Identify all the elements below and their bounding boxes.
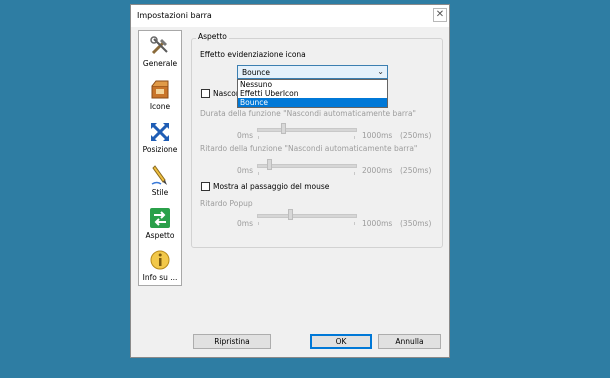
popup-value: (350ms) xyxy=(400,219,432,228)
title-bar[interactable]: Impostazioni barra ✕ xyxy=(131,5,449,27)
delay-min: 0ms xyxy=(237,166,253,175)
autohide-checkbox[interactable] xyxy=(201,89,210,98)
hover-checkbox-label: Mostra al passaggio del mouse xyxy=(213,182,330,191)
effect-option[interactable]: Nessuno xyxy=(238,80,387,89)
sidebar-item-posizione[interactable]: Posizione xyxy=(139,121,181,154)
delay-max: 2000ms xyxy=(362,166,393,175)
sidebar-item-label: Generale xyxy=(142,59,178,68)
popup-min: 0ms xyxy=(237,219,253,228)
effect-option-selected[interactable]: Bounce xyxy=(238,98,387,107)
chevron-down-icon: ⌄ xyxy=(377,67,384,76)
duration-slider-track xyxy=(257,128,357,132)
effect-dropdown-list: Nessuno Effetti UberIcon Bounce xyxy=(237,79,388,108)
delay-slider-thumb[interactable] xyxy=(267,159,272,170)
delay-label: Ritardo della funzione "Nascondi automat… xyxy=(200,144,418,153)
tools-icon xyxy=(150,36,168,55)
reset-button[interactable]: Ripristina xyxy=(193,334,271,349)
duration-label: Durata della funzione "Nascondi automati… xyxy=(200,109,416,118)
move-arrows-icon xyxy=(151,123,169,141)
slider-tick xyxy=(258,172,259,175)
duration-value: (250ms) xyxy=(400,131,432,140)
sidebar-item-aspetto[interactable]: Aspetto xyxy=(139,207,181,240)
close-button[interactable]: ✕ xyxy=(433,8,447,22)
slider-tick xyxy=(354,222,355,225)
swap-arrows-icon xyxy=(150,208,170,228)
duration-slider-thumb[interactable] xyxy=(281,123,286,134)
pencil-icon xyxy=(151,165,167,185)
duration-min: 0ms xyxy=(237,131,253,140)
delay-value: (250ms) xyxy=(400,166,432,175)
sidebar-item-label: Icone xyxy=(149,102,171,111)
info-icon xyxy=(150,250,170,270)
duration-max: 1000ms xyxy=(362,131,393,140)
effect-option[interactable]: Effetti UberIcon xyxy=(238,89,387,98)
slider-tick xyxy=(354,172,355,175)
effect-selected-value: Bounce xyxy=(242,68,270,77)
sidebar-item-generale[interactable]: Generale xyxy=(139,35,181,68)
popup-label: Ritardo Popup xyxy=(200,199,253,208)
sidebar: Generale Icone Posizione Stile Aspetto I… xyxy=(138,30,182,286)
window-title: Impostazioni barra xyxy=(137,11,212,20)
popup-max: 1000ms xyxy=(362,219,393,228)
slider-tick xyxy=(258,136,259,139)
popup-slider-thumb[interactable] xyxy=(288,209,293,220)
sidebar-item-info[interactable]: Info su ... xyxy=(139,249,181,282)
hover-checkbox[interactable] xyxy=(201,182,210,191)
sidebar-item-label: Aspetto xyxy=(145,231,175,240)
effect-label: Effetto evidenziazione icona xyxy=(200,50,306,59)
cancel-button[interactable]: Annulla xyxy=(378,334,441,349)
slider-tick xyxy=(354,136,355,139)
ok-button[interactable]: OK xyxy=(310,334,372,349)
sidebar-item-icone[interactable]: Icone xyxy=(139,78,181,111)
sidebar-item-stile[interactable]: Stile xyxy=(139,164,181,197)
delay-slider-track xyxy=(257,164,357,168)
box-icon xyxy=(151,80,169,99)
sidebar-item-label: Info su ... xyxy=(142,273,178,282)
popup-slider-track xyxy=(257,214,357,218)
effect-select[interactable]: Bounce ⌄ xyxy=(237,65,388,79)
sidebar-item-label: Posizione xyxy=(142,145,178,154)
slider-tick xyxy=(258,222,259,225)
group-title: Aspetto xyxy=(196,32,229,41)
sidebar-item-label: Stile xyxy=(151,188,169,197)
